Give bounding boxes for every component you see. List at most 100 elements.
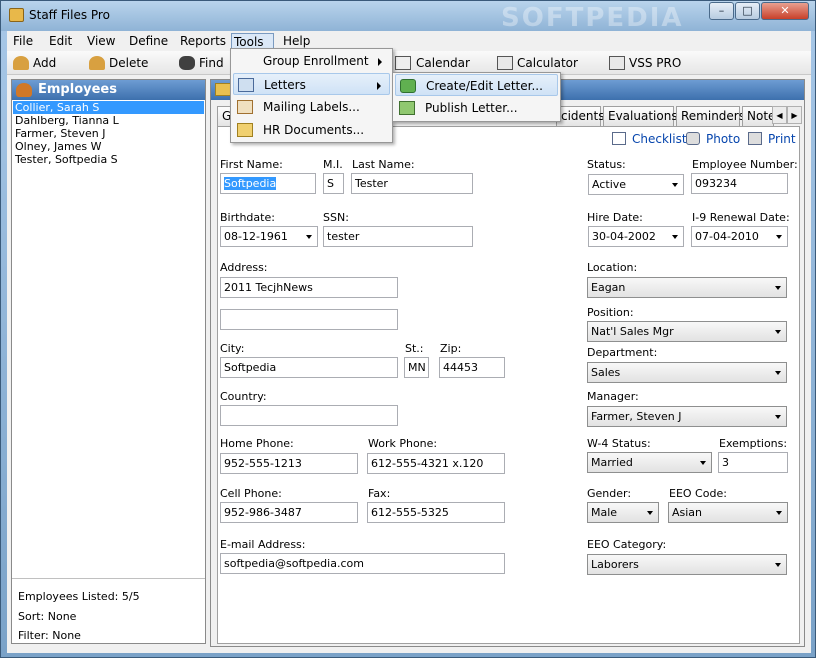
- status-label: Status:: [587, 158, 626, 171]
- employee-item[interactable]: Collier, Sarah S: [13, 101, 204, 114]
- address-line2-field[interactable]: [220, 309, 398, 330]
- employee-item[interactable]: Olney, James W: [13, 140, 204, 153]
- close-button[interactable]: ✕: [761, 2, 809, 20]
- calculator-button[interactable]: Calculator: [497, 53, 578, 73]
- camera-icon: [686, 132, 700, 145]
- cell-phone-field[interactable]: 952-986-3487: [220, 502, 358, 523]
- menu-define-label: Define: [129, 34, 169, 48]
- home-phone-field[interactable]: 952-555-1213: [220, 453, 358, 474]
- last-name-label: Last Name:: [352, 158, 415, 171]
- fax-field[interactable]: 612-555-5325: [367, 502, 505, 523]
- fax-label: Fax:: [368, 487, 391, 500]
- print-button[interactable]: Print: [748, 132, 796, 146]
- menu-tools-label: Tools: [234, 35, 264, 49]
- calendar-label: Calendar: [416, 56, 470, 70]
- calculator-label: Calculator: [517, 56, 578, 70]
- find-button[interactable]: Find: [179, 53, 229, 73]
- email-field[interactable]: softpedia@softpedia.com: [220, 553, 505, 574]
- maximize-button[interactable]: □: [735, 2, 760, 20]
- cell-phone-label: Cell Phone:: [220, 487, 282, 500]
- add-user-icon: [13, 56, 29, 70]
- w4-status-select[interactable]: Married: [587, 452, 712, 473]
- address-label: Address:: [220, 261, 268, 274]
- filter-status: Filter: None: [18, 629, 81, 642]
- eeo-code-select[interactable]: Asian: [668, 502, 788, 523]
- employee-item[interactable]: Farmer, Steven J: [13, 127, 204, 140]
- checklist-label: Checklist: [632, 132, 687, 146]
- employees-header: Employees: [12, 80, 205, 100]
- window-title: Staff Files Pro: [29, 8, 110, 22]
- menu-file-label: File: [13, 34, 34, 48]
- add-button[interactable]: Add: [13, 53, 63, 73]
- country-field[interactable]: [220, 405, 398, 426]
- address-line1-field[interactable]: 2011 TecjhNews: [220, 277, 398, 298]
- gender-select[interactable]: Male: [587, 502, 659, 523]
- employees-listed: Employees Listed: 5/5: [18, 590, 140, 603]
- menu-reports[interactable]: Reports: [178, 33, 228, 50]
- birthdate-label: Birthdate:: [220, 211, 275, 224]
- eeo-category-select[interactable]: Laborers: [587, 554, 787, 575]
- location-select[interactable]: Eagan: [587, 277, 787, 298]
- position-select[interactable]: Nat'l Sales Mgr: [587, 321, 787, 342]
- tab-scroll-right[interactable]: ▶: [787, 106, 802, 124]
- hr-documents-icon: [237, 123, 253, 137]
- employee-number-field[interactable]: 093234: [691, 173, 788, 194]
- menu-letters[interactable]: Letters: [233, 73, 390, 95]
- menu-file[interactable]: File: [11, 33, 35, 50]
- exemptions-field[interactable]: 3: [718, 452, 788, 473]
- department-label: Department:: [587, 346, 658, 359]
- city-field[interactable]: Softpedia: [220, 357, 398, 378]
- ssn-field[interactable]: tester: [323, 226, 473, 247]
- delete-button[interactable]: Delete: [89, 53, 149, 73]
- last-name-field[interactable]: Tester: [351, 173, 473, 194]
- watermark-text: SOFTPEDIA: [501, 3, 684, 33]
- menu-mailing-labels[interactable]: Mailing Labels...: [233, 96, 390, 118]
- calculator-icon: [497, 56, 513, 70]
- work-phone-label: Work Phone:: [368, 437, 438, 450]
- delete-label: Delete: [109, 56, 149, 70]
- manager-select[interactable]: Farmer, Steven J: [587, 406, 787, 427]
- submenu-arrow-icon: [378, 58, 382, 66]
- folder-icon: [215, 83, 231, 96]
- tab-reminders[interactable]: Reminders: [676, 106, 745, 126]
- eeo-code-label: EEO Code:: [669, 487, 727, 500]
- menu-view[interactable]: View: [85, 33, 117, 50]
- photo-button[interactable]: Photo: [686, 132, 740, 146]
- first-name-field[interactable]: Softpedia: [220, 173, 316, 194]
- tab-notes[interactable]: Notes: [742, 106, 774, 126]
- mi-field[interactable]: S: [323, 173, 344, 194]
- employee-item[interactable]: Tester, Softpedia S: [13, 153, 204, 166]
- gender-label: Gender:: [587, 487, 632, 500]
- zip-field[interactable]: 44453: [439, 357, 505, 378]
- work-phone-field[interactable]: 612-555-4321 x.120: [367, 453, 505, 474]
- i9-renewal-picker[interactable]: 07-04-2010: [691, 226, 788, 247]
- mailing-labels-label: Mailing Labels...: [263, 100, 360, 114]
- status-select[interactable]: Active: [588, 174, 684, 195]
- checklist-button[interactable]: Checklist: [612, 132, 687, 146]
- tab-incidents[interactable]: cidents: [556, 106, 605, 126]
- title-bar[interactable]: Staff Files Pro SOFTPEDIA – □ ✕: [1, 1, 815, 33]
- menu-bar: File Edit View Define Reports Tools Help: [7, 31, 811, 51]
- state-field[interactable]: MN: [404, 357, 429, 378]
- menu-help-label: Help: [283, 34, 311, 48]
- menu-create-edit-letter[interactable]: Create/Edit Letter...: [395, 74, 558, 96]
- tab-scroll-left[interactable]: ◀: [772, 106, 787, 124]
- menu-publish-letter[interactable]: Publish Letter...: [395, 97, 558, 119]
- mi-label: M.I.: [323, 158, 343, 171]
- menu-edit[interactable]: Edit: [47, 33, 74, 50]
- country-label: Country:: [220, 390, 267, 403]
- menu-define[interactable]: Define: [127, 33, 170, 50]
- menu-group-enrollment[interactable]: Group Enrollment: [233, 50, 390, 72]
- hire-date-picker[interactable]: 30-04-2002: [588, 226, 684, 247]
- menu-hr-documents[interactable]: HR Documents...: [233, 119, 390, 141]
- calendar-icon: [395, 56, 411, 70]
- printer-icon: [748, 132, 762, 145]
- calendar-button[interactable]: Calendar: [395, 53, 470, 73]
- tab-evaluations[interactable]: Evaluations: [603, 106, 678, 126]
- employee-item[interactable]: Dahlberg, Tianna L: [13, 114, 204, 127]
- birthdate-picker[interactable]: 08-12-1961: [220, 226, 318, 247]
- vss-pro-button[interactable]: VSS PRO: [609, 53, 689, 73]
- i9-renewal-label: I-9 Renewal Date:: [692, 211, 790, 224]
- minimize-button[interactable]: –: [709, 2, 734, 20]
- department-select[interactable]: Sales: [587, 362, 787, 383]
